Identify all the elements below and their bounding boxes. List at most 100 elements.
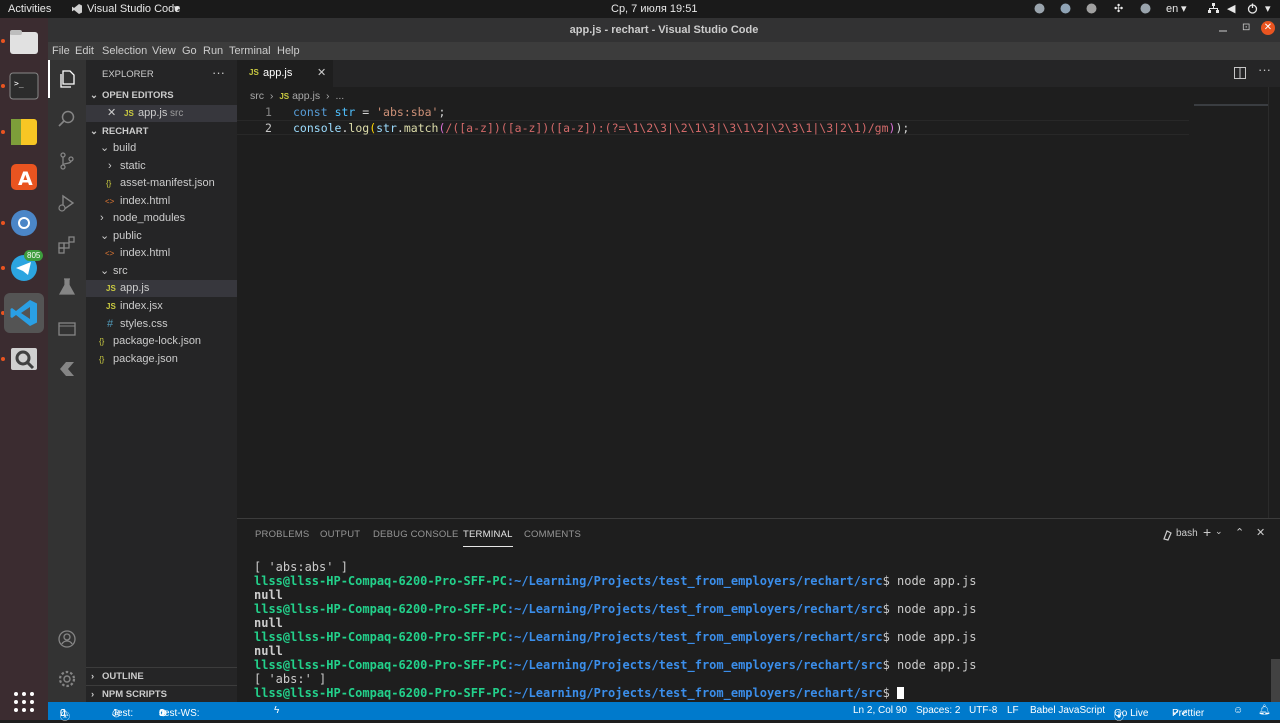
file-styles-css[interactable]: # styles.css — [86, 316, 237, 333]
editor-scrollbar[interactable] — [1268, 87, 1280, 518]
notifications-bell-icon[interactable]: 🔔︎ — [1258, 705, 1271, 716]
chevron-right-icon: › — [91, 689, 95, 700]
menu-run[interactable]: Run — [203, 45, 223, 57]
breadcrumb-item[interactable]: app.js — [292, 90, 320, 102]
power-icon[interactable] — [1247, 3, 1258, 17]
tab-debug-console[interactable]: DEBUG CONSOLE — [373, 529, 458, 540]
feedback-icon[interactable]: ☺ — [1233, 705, 1243, 716]
menu-selection[interactable]: Selection — [102, 45, 147, 57]
terminal-scrollbar[interactable] — [1271, 659, 1280, 703]
close-editor-icon[interactable]: ✕ — [107, 105, 116, 122]
breadcrumb-item[interactable]: ... — [335, 90, 344, 102]
terminal-shell-select[interactable]: bash — [1176, 528, 1198, 539]
menu-go[interactable]: Go — [182, 45, 197, 57]
js-file-icon: JS — [279, 92, 290, 101]
tab-app-js[interactable]: JS app.js ✕ — [237, 60, 333, 87]
open-editor-item[interactable]: ✕ JS app.js src — [86, 105, 237, 122]
file-index-html-public[interactable]: <> index.html — [86, 245, 237, 262]
tray-app-icon[interactable] — [1086, 3, 1097, 17]
folder-src[interactable]: ⌄ src — [86, 263, 237, 280]
indentation[interactable]: Spaces: 2 — [916, 705, 960, 716]
files-app-icon[interactable] — [4, 22, 44, 62]
restore-button[interactable]: ⊡ — [1242, 22, 1250, 33]
close-tab-icon[interactable]: ✕ — [317, 66, 326, 79]
more-actions-icon[interactable]: ··· — [1258, 62, 1271, 77]
folder-public[interactable]: ⌄ public — [86, 228, 237, 245]
network-icon[interactable] — [1208, 3, 1219, 17]
outline-section[interactable]: › OUTLINE — [86, 667, 237, 684]
tab-problems[interactable]: PROBLEMS — [255, 529, 309, 540]
maximize-panel-icon[interactable]: ⌃ — [1235, 526, 1244, 539]
clock[interactable]: Ср, 7 июля 19:51 — [611, 3, 697, 15]
language-mode[interactable]: Babel JavaScript — [1030, 705, 1105, 716]
activities-button[interactable]: Activities — [8, 3, 51, 15]
accounts-icon[interactable] — [48, 620, 86, 658]
tray-app-icon[interactable] — [1060, 3, 1071, 17]
tray-app-icon[interactable] — [1140, 3, 1151, 17]
tab-terminal[interactable]: TERMINAL — [463, 529, 513, 547]
file-package-json[interactable]: {} package.json — [86, 351, 237, 368]
cursor-position[interactable]: Ln 2, Col 90 — [853, 705, 907, 716]
lightning-icon[interactable]: ϟ — [274, 705, 279, 716]
sticky-notes-app-icon[interactable] — [4, 112, 44, 152]
project-section[interactable]: ⌄ RECHART — [86, 123, 237, 140]
tab-comments[interactable]: COMMENTS — [524, 529, 581, 540]
file-package-lock[interactable]: {} package-lock.json — [86, 333, 237, 350]
close-window-button[interactable]: ✕ — [1261, 21, 1275, 35]
close-panel-icon[interactable]: ✕ — [1256, 526, 1265, 539]
chevron-down-icon[interactable]: ⌄ — [1215, 526, 1223, 537]
breadcrumb-item[interactable]: src — [250, 90, 264, 102]
menu-file[interactable]: File — [52, 45, 70, 57]
tab-output[interactable]: OUTPUT — [320, 529, 360, 540]
folder-node-modules[interactable]: › node_modules — [86, 210, 237, 227]
minimize-button[interactable] — [1218, 23, 1228, 36]
code-line-2[interactable]: console.log(str.match(/([a-z])([a-z])([a… — [293, 121, 909, 135]
npm-scripts-section[interactable]: › NPM SCRIPTS — [86, 685, 237, 702]
menu-help[interactable]: Help — [277, 45, 300, 57]
run-debug-icon[interactable] — [48, 184, 86, 222]
menu-view[interactable]: View — [152, 45, 176, 57]
terminal-current-prompt[interactable]: llss@llss-HP-Compaq-6200-Pro-SFF-PC:~/Le… — [254, 686, 905, 700]
tray-settings-icon[interactable]: ✣ — [1114, 2, 1123, 15]
open-editors-section[interactable]: ⌄ OPEN EDITORS — [86, 87, 237, 104]
file-asset-manifest[interactable]: {} asset-manifest.json — [86, 175, 237, 192]
chromium-app-icon[interactable] — [4, 203, 44, 243]
menu-edit[interactable]: Edit — [75, 45, 94, 57]
window-title-bar[interactable]: app.js - rechart - Visual Studio Code ⊡ … — [48, 18, 1280, 42]
file-index-jsx[interactable]: JS index.jsx — [86, 298, 237, 315]
app-menu-label[interactable]: Visual Studio Code — [87, 3, 180, 15]
more-actions-icon[interactable]: ··· — [212, 65, 225, 80]
volume-icon[interactable]: ◀ — [1227, 2, 1235, 15]
css-file-icon: # — [107, 318, 114, 330]
split-editor-icon[interactable] — [1234, 66, 1246, 84]
live-share-icon[interactable] — [48, 350, 86, 388]
file-index-html-build[interactable]: <> index.html — [86, 193, 237, 210]
end-of-line[interactable]: LF — [1007, 705, 1019, 716]
app-menu-arrow-icon[interactable]: ▾ — [174, 2, 180, 15]
terminal-app-icon[interactable]: >_ — [4, 66, 44, 106]
code-editor[interactable]: src › JS app.js › ... 1 2 const str = 'a… — [237, 87, 1280, 518]
vscode-app-icon[interactable] — [4, 293, 44, 333]
image-viewer-app-icon[interactable] — [4, 339, 44, 379]
keyboard-layout[interactable]: en — [1166, 3, 1178, 15]
testing-flask-icon[interactable] — [48, 268, 86, 306]
software-center-app-icon[interactable]: A — [4, 157, 44, 197]
settings-gear-icon[interactable] — [48, 660, 86, 698]
minimap[interactable] — [1194, 104, 1269, 106]
show-applications-icon[interactable] — [4, 684, 44, 720]
layout-arrow-icon[interactable]: ▾ — [1181, 2, 1187, 15]
encoding[interactable]: UTF-8 — [969, 705, 997, 716]
source-control-icon[interactable] — [48, 142, 86, 180]
new-terminal-icon[interactable]: + — [1203, 524, 1211, 540]
file-app-js[interactable]: JS app.js — [86, 280, 237, 297]
code-line-1[interactable]: const str = 'abs:sba'; — [293, 105, 445, 119]
folder-static[interactable]: › static — [86, 158, 237, 175]
extensions-icon[interactable] — [48, 226, 86, 264]
search-icon[interactable] — [48, 100, 86, 138]
explorer-icon[interactable] — [48, 60, 86, 98]
remote-explorer-icon[interactable] — [48, 310, 86, 348]
tray-app-icon[interactable] — [1034, 3, 1045, 17]
menu-terminal[interactable]: Terminal — [229, 45, 271, 57]
system-menu-arrow-icon[interactable]: ▾ — [1265, 2, 1271, 15]
folder-build[interactable]: ⌄ build — [86, 140, 237, 157]
